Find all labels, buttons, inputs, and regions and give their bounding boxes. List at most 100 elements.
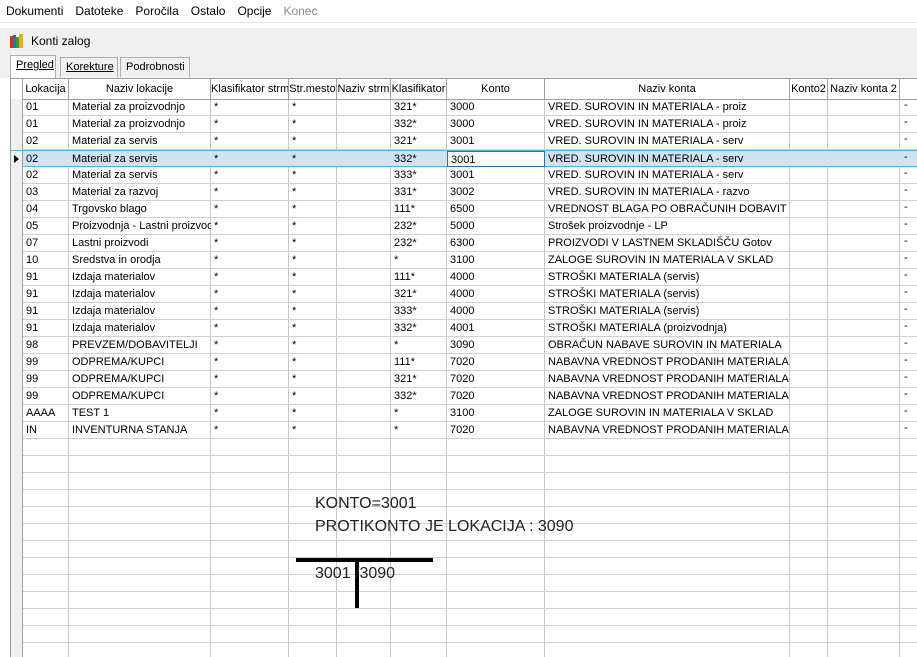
tab-korekture[interactable]: Korekture: [60, 57, 118, 77]
row-selector[interactable]: [11, 184, 23, 201]
row-selector[interactable]: [11, 269, 23, 286]
cell-klasifikator-strm[interactable]: *: [211, 269, 289, 285]
cell-naziv-konta-2[interactable]: [828, 235, 900, 251]
row-selector[interactable]: [11, 337, 23, 354]
cell-naziv-konta[interactable]: VRED. SUROVIN IN MATERIALA - serv: [545, 133, 790, 149]
cell-naziv-strm[interactable]: [337, 422, 391, 438]
table-row[interactable]: 03 Material za razvoj * * 331* 3002 VRED. SURO…: [11, 184, 917, 201]
cell-klasifikator[interactable]: 321*: [391, 133, 447, 149]
tab-pregled[interactable]: Pregled: [10, 55, 56, 78]
cell-klasifikator-strm[interactable]: *: [211, 167, 289, 183]
cell-klasifikator[interactable]: 331*: [391, 184, 447, 200]
table-row[interactable]: 99 ODPREMA/KUPCI * * 332* 7020 NABAVNA VREDNOS…: [11, 388, 917, 405]
cell-konto[interactable]: 3000: [447, 99, 545, 115]
cell-konto2[interactable]: [790, 252, 828, 268]
cell-naziv-lokacije[interactable]: Izdaja materialov: [69, 303, 211, 319]
table-row[interactable]: 10 Sredstva in orodja * * * 3100 ZALOGE SUROVI…: [11, 252, 917, 269]
cell-naziv-strm[interactable]: [337, 286, 391, 302]
cell-konto[interactable]: 6300: [447, 235, 545, 251]
cell-lokacija[interactable]: 99: [23, 354, 69, 370]
cell-konto2[interactable]: [790, 303, 828, 319]
cell-naziv-konta-2[interactable]: [828, 388, 900, 404]
header-naziv-lokacije[interactable]: Naziv lokacije: [69, 79, 211, 99]
table-row[interactable]: 91 Izdaja materialov * * 111* 4000 STROŠKI MAT…: [11, 269, 917, 286]
cell-lokacija[interactable]: 91: [23, 286, 69, 302]
cell-klasifikator[interactable]: 332*: [391, 116, 447, 132]
menu-konec[interactable]: Konec: [277, 0, 323, 22]
cell-naziv-konta[interactable]: VRED. SUROVIN IN MATERIALA - serv: [545, 167, 790, 183]
cell-konto[interactable]: 7020: [447, 388, 545, 404]
cell-naziv-konta[interactable]: OBRAČUN NABAVE SUROVIN IN MATERIALA: [545, 337, 790, 353]
cell-naziv-konta[interactable]: VRED. SUROVIN IN MATERIALA - proiz: [545, 116, 790, 132]
cell-str-mesto[interactable]: *: [289, 337, 337, 353]
row-selector[interactable]: [11, 151, 23, 168]
cell-lokacija[interactable]: 03: [23, 184, 69, 200]
cell-klasifikator-strm[interactable]: *: [211, 286, 289, 302]
cell-str-mesto[interactable]: *: [289, 286, 337, 302]
row-selector[interactable]: [11, 116, 23, 133]
cell-klasifikator[interactable]: 332*: [391, 151, 447, 167]
cell-klasifikator-strm[interactable]: *: [211, 99, 289, 115]
cell-klasifikator-strm[interactable]: *: [211, 116, 289, 132]
cell-lokacija[interactable]: 04: [23, 201, 69, 217]
cell-konto[interactable]: 4000: [447, 286, 545, 302]
cell-konto[interactable]: 3100: [447, 252, 545, 268]
cell-konto2[interactable]: [790, 388, 828, 404]
cell-lokacija[interactable]: 10: [23, 252, 69, 268]
cell-naziv-konta-2[interactable]: [828, 354, 900, 370]
table-row[interactable]: 02 Material za servis * * 321* 3001 VRED. SURO…: [11, 133, 917, 150]
cell-lokacija[interactable]: 01: [23, 99, 69, 115]
cell-naziv-strm[interactable]: [337, 269, 391, 285]
table-row[interactable]: 91 Izdaja materialov * * 332* 4001 STROŠKI MAT…: [11, 320, 917, 337]
cell-naziv-konta-2[interactable]: [828, 337, 900, 353]
cell-naziv-konta[interactable]: STROŠKI MATERIALA (proizvodnja): [545, 320, 790, 336]
cell-naziv-konta[interactable]: STROŠKI MATERIALA (servis): [545, 286, 790, 302]
menu-ostalo[interactable]: Ostalo: [185, 0, 232, 22]
header-naziv-konta[interactable]: Naziv konta: [545, 79, 790, 99]
cell-lokacija[interactable]: IN: [23, 422, 69, 438]
cell-naziv-konta-2[interactable]: [828, 99, 900, 115]
cell-naziv-lokacije[interactable]: Material za proizvodnjo: [69, 99, 211, 115]
menu-opcije[interactable]: Opcije: [231, 0, 277, 22]
cell-lokacija[interactable]: 01: [23, 116, 69, 132]
cell-naziv-konta[interactable]: NABAVNA VREDNOST PRODANIH MATERIALA: [545, 422, 790, 438]
cell-naziv-strm[interactable]: [337, 201, 391, 217]
cell-naziv-konta-2[interactable]: [828, 133, 900, 149]
cell-klasifikator-strm[interactable]: *: [211, 235, 289, 251]
cell-konto2[interactable]: [790, 337, 828, 353]
cell-str-mesto[interactable]: *: [289, 116, 337, 132]
cell-klasifikator-strm[interactable]: *: [211, 354, 289, 370]
cell-naziv-konta-2[interactable]: [828, 252, 900, 268]
cell-klasifikator[interactable]: *: [391, 422, 447, 438]
cell-naziv-konta[interactable]: PROIZVODI V LASTNEM SKLADIŠČU Gotov: [545, 235, 790, 251]
cell-naziv-lokacije[interactable]: TEST 1: [69, 405, 211, 421]
cell-konto[interactable]: 3002: [447, 184, 545, 200]
row-selector[interactable]: [11, 405, 23, 422]
row-selector[interactable]: [11, 133, 23, 150]
cell-naziv-konta[interactable]: VRED. SUROVIN IN MATERIALA - razvo: [545, 184, 790, 200]
menu-porocila[interactable]: Poročila: [129, 0, 184, 22]
cell-naziv-strm[interactable]: [337, 151, 391, 167]
cell-naziv-strm[interactable]: [337, 354, 391, 370]
table-row[interactable]: 01 Material za proizvodnjo * * 321* 3000 VRED.…: [11, 99, 917, 116]
cell-naziv-lokacije[interactable]: ODPREMA/KUPCI: [69, 354, 211, 370]
cell-klasifikator-strm[interactable]: *: [211, 371, 289, 387]
cell-naziv-lokacije[interactable]: PREVZEM/DOBAVITELJI: [69, 337, 211, 353]
cell-naziv-lokacije[interactable]: Lastni proizvodi: [69, 235, 211, 251]
cell-lokacija[interactable]: 02: [23, 151, 69, 167]
cell-klasifikator-strm[interactable]: *: [211, 218, 289, 234]
cell-naziv-konta-2[interactable]: [828, 286, 900, 302]
cell-konto[interactable]: 5000: [447, 218, 545, 234]
cell-konto2[interactable]: [790, 354, 828, 370]
cell-naziv-strm[interactable]: [337, 337, 391, 353]
cell-konto2[interactable]: [790, 269, 828, 285]
table-row[interactable]: 07 Lastni proizvodi * * 232* 6300 PROIZVODI V …: [11, 235, 917, 252]
cell-naziv-lokacije[interactable]: Izdaja materialov: [69, 286, 211, 302]
cell-naziv-strm[interactable]: [337, 133, 391, 149]
header-konto[interactable]: Konto: [447, 79, 545, 99]
row-selector[interactable]: [11, 167, 23, 184]
cell-klasifikator[interactable]: *: [391, 252, 447, 268]
cell-naziv-konta-2[interactable]: [828, 269, 900, 285]
cell-klasifikator[interactable]: 321*: [391, 371, 447, 387]
cell-klasifikator-strm[interactable]: *: [211, 201, 289, 217]
